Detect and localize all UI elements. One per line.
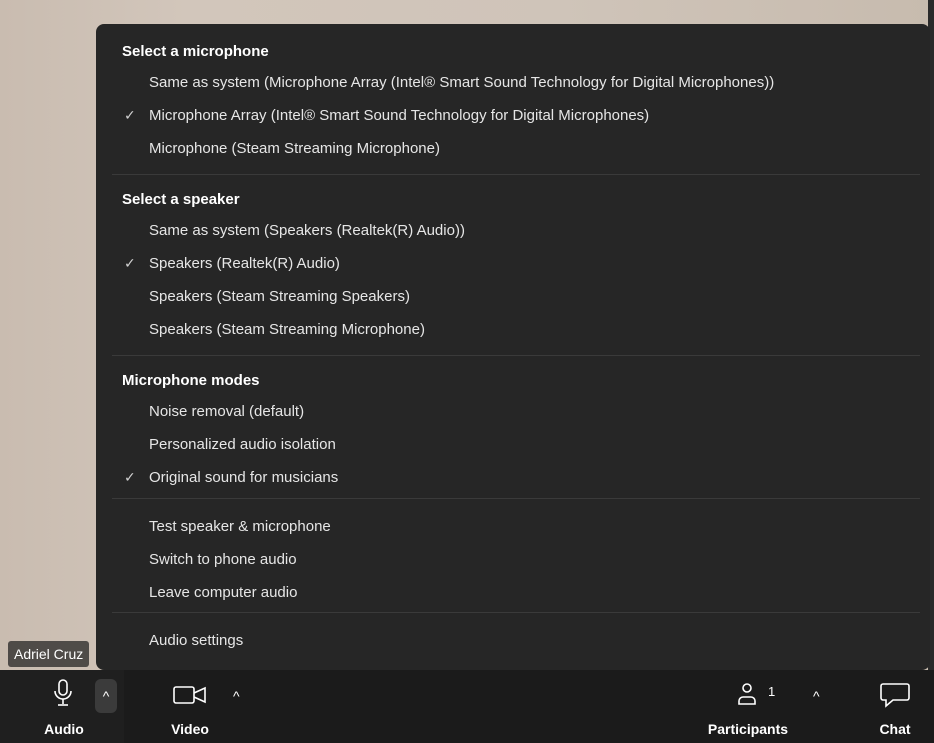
audio-settings-item[interactable]: Audio settings [96, 624, 930, 657]
meeting-toolbar: Audio ^ Video ^ 1 Participants ^ Chat [0, 670, 934, 743]
menu-option[interactable]: ✓ Original sound for musicians [96, 461, 930, 494]
menu-option-label: Microphone (Steam Streaming Microphone) [149, 140, 440, 157]
participants-button[interactable]: 1 Participants [700, 670, 796, 743]
menu-option[interactable]: Noise removal (default) [96, 395, 930, 428]
menu-option[interactable]: Speakers (Steam Streaming Speakers) [96, 280, 930, 313]
section-title: Microphone modes [122, 372, 260, 389]
participant-name-tag: Adriel Cruz [8, 641, 90, 667]
video-label: Video [171, 721, 209, 737]
menu-option-label: Original sound for musicians [149, 469, 339, 486]
video-button[interactable]: Video [160, 670, 220, 743]
section-title: Select a microphone [122, 43, 269, 60]
checkmark-icon: ✓ [124, 107, 136, 123]
checkmark-icon: ✓ [124, 255, 136, 271]
menu-option-label: Same as system (Microphone Array (Intel®… [149, 74, 775, 91]
menu-action[interactable]: Leave computer audio [96, 576, 930, 609]
menu-option[interactable]: Same as system (Microphone Array (Intel®… [96, 66, 930, 99]
menu-option[interactable]: Same as system (Speakers (Realtek(R) Aud… [96, 214, 930, 247]
chat-icon [880, 683, 910, 708]
participants-count: 1 [768, 684, 776, 699]
menu-option-label: Microphone Array (Intel® Smart Sound Tec… [149, 107, 650, 124]
chat-label: Chat [879, 721, 911, 737]
participants-label: Participants [707, 721, 789, 737]
checkmark-icon: ✓ [124, 469, 136, 485]
menu-option[interactable]: ✓ Speakers (Realtek(R) Audio) [96, 247, 930, 280]
menu-option-label: Speakers (Steam Streaming Microphone) [149, 321, 425, 338]
participants-icon [738, 683, 756, 705]
video-camera-icon [173, 686, 206, 704]
participants-options-caret[interactable]: ^ [813, 686, 820, 706]
menu-divider [112, 355, 920, 356]
menu-action[interactable]: Switch to phone audio [96, 543, 930, 576]
menu-option-label: Speakers (Realtek(R) Audio) [149, 255, 340, 272]
menu-divider [112, 498, 920, 499]
menu-option-label: Same as system (Speakers (Realtek(R) Aud… [149, 222, 465, 239]
menu-option[interactable]: Personalized audio isolation [96, 428, 930, 461]
section-title: Select a speaker [122, 191, 240, 208]
chat-button[interactable]: Chat [866, 670, 924, 743]
audio-options-caret[interactable]: ^ [95, 679, 117, 713]
menu-option-label: Speakers (Steam Streaming Speakers) [149, 288, 410, 305]
menu-divider [112, 174, 920, 175]
menu-divider [112, 612, 920, 613]
menu-option[interactable]: Speakers (Steam Streaming Microphone) [96, 313, 930, 346]
menu-option-label: Noise removal (default) [149, 403, 305, 420]
menu-option[interactable]: ✓ Microphone Array (Intel® Smart Sound Te… [96, 99, 930, 132]
menu-option-label: Personalized audio isolation [149, 436, 336, 453]
menu-option[interactable]: Microphone (Steam Streaming Microphone) [96, 132, 930, 165]
microphone-icon [54, 679, 72, 706]
menu-action[interactable]: Test speaker & microphone [96, 510, 930, 543]
video-options-caret[interactable]: ^ [233, 686, 240, 706]
audio-options-menu: Select a microphone Same as system (Micro… [96, 24, 930, 670]
audio-label: Audio [44, 721, 84, 737]
